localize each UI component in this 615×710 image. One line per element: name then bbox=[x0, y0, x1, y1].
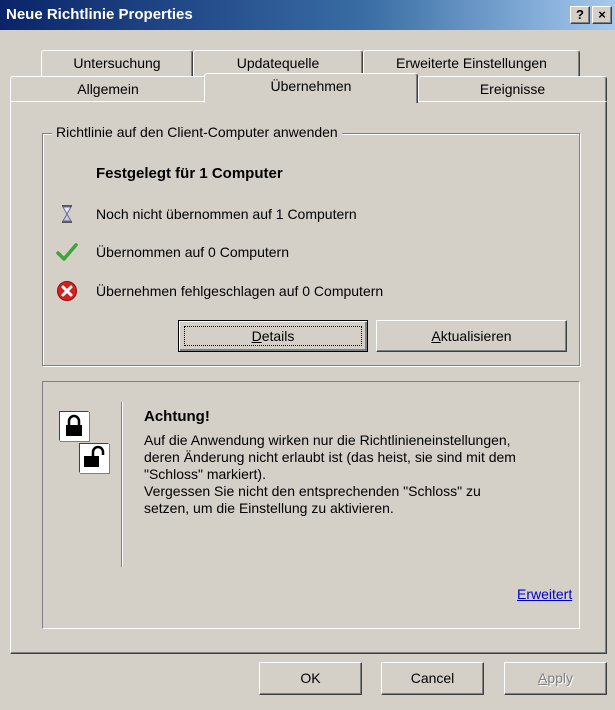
warning-text: Auf die Anwendung wirken nur die Richtli… bbox=[144, 432, 569, 517]
red-error-icon bbox=[56, 280, 78, 302]
tab-allgemein[interactable]: Allgemein bbox=[10, 76, 206, 102]
hourglass-icon bbox=[56, 203, 78, 225]
refresh-accel: A bbox=[431, 328, 441, 344]
refresh-label: ktualisieren bbox=[440, 328, 512, 344]
warning-line: setzen, um die Einstellung zu aktivieren… bbox=[144, 500, 394, 516]
advanced-link[interactable]: Erweitert bbox=[517, 586, 572, 602]
status-pending-text: Noch nicht übernommen auf 1 Computern bbox=[96, 206, 357, 222]
warning-title: Achtung! bbox=[144, 408, 210, 425]
warning-line: Vergessen Sie nicht den entsprechenden "… bbox=[144, 483, 481, 499]
status-applied-text: Übernommen auf 0 Computern bbox=[96, 244, 289, 260]
status-row-pending: Noch nicht übernommen auf 1 Computern bbox=[56, 203, 357, 225]
warning-divider bbox=[121, 402, 123, 567]
status-failed-text: Übernehmen fehlgeschlagen auf 0 Computer… bbox=[96, 283, 384, 299]
warning-line: deren Änderung nicht erlaubt ist (das he… bbox=[144, 449, 516, 465]
refresh-button[interactable]: Aktualisieren bbox=[376, 320, 567, 352]
status-row-applied: Übernommen auf 0 Computern bbox=[56, 241, 289, 263]
title-bar[interactable]: Neue Richtlinie Properties ? × bbox=[0, 0, 615, 30]
warning-line: "Schloss" markiert). bbox=[144, 466, 266, 482]
green-check-icon bbox=[56, 241, 78, 263]
tab-uebernehmen[interactable]: Übernehmen bbox=[204, 73, 418, 103]
tab-ereignisse[interactable]: Ereignisse bbox=[418, 76, 607, 102]
window-title: Neue Richtlinie Properties bbox=[6, 6, 193, 23]
ok-button[interactable]: OK bbox=[259, 662, 362, 695]
apply-groupbox-legend: Richtlinie auf den Client-Computer anwen… bbox=[52, 124, 342, 140]
apply-button[interactable]: Apply bbox=[504, 662, 607, 695]
apply-label: pply bbox=[547, 670, 574, 686]
help-button[interactable]: ? bbox=[570, 6, 590, 24]
close-button[interactable]: × bbox=[592, 6, 612, 24]
status-row-failed: Übernehmen fehlgeschlagen auf 0 Computer… bbox=[56, 280, 383, 302]
cancel-button[interactable]: Cancel bbox=[381, 662, 484, 695]
details-button[interactable]: Details bbox=[178, 320, 368, 352]
locked-icon bbox=[59, 411, 89, 441]
tab-untersuchung[interactable]: Untersuchung bbox=[41, 50, 193, 76]
apply-accel: A bbox=[537, 670, 548, 686]
unlocked-icon bbox=[79, 443, 109, 473]
status-heading: Festgelegt für 1 Computer bbox=[96, 165, 283, 182]
focus-rectangle bbox=[184, 326, 362, 346]
warning-line: Auf die Anwendung wirken nur die Richtli… bbox=[144, 432, 511, 448]
